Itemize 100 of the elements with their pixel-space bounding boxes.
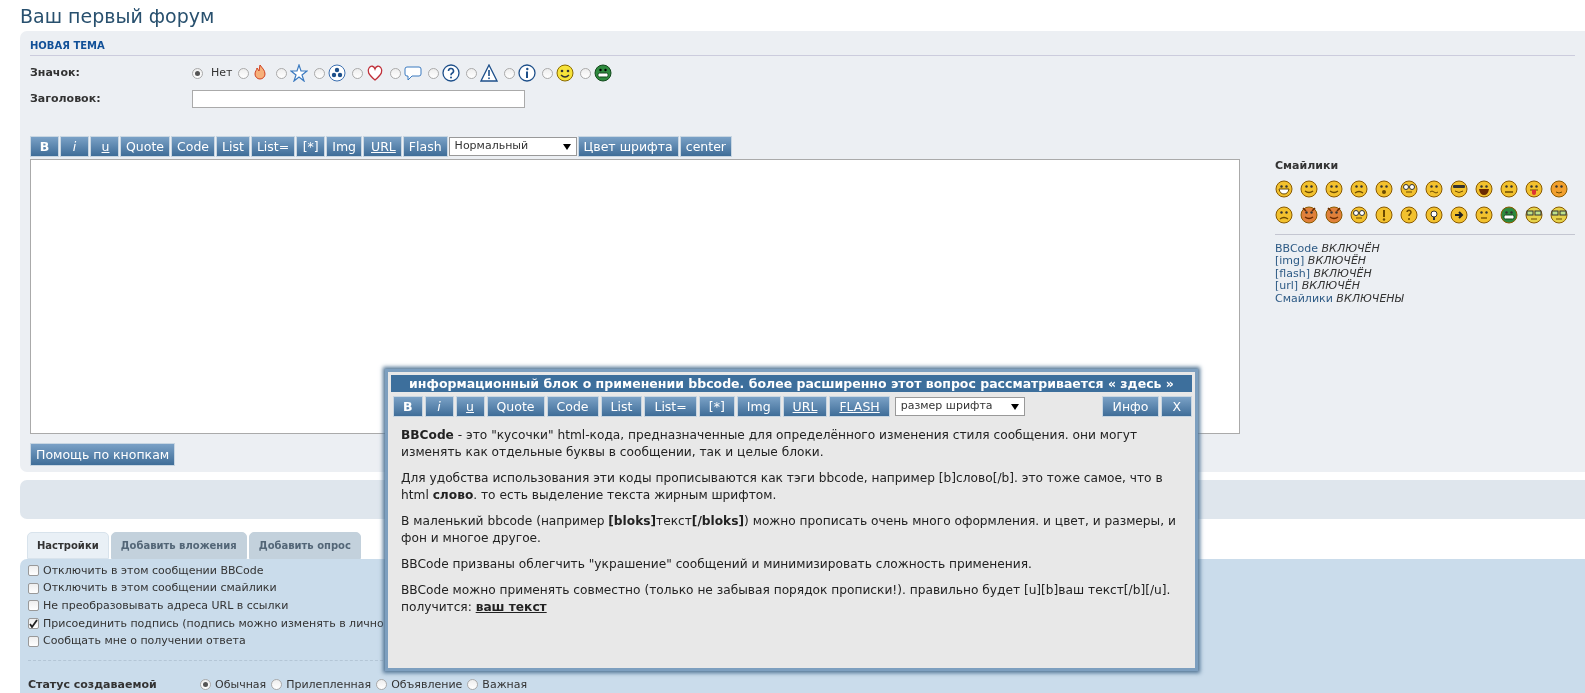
option-label: Отключить в этом сообщении BBCode (43, 562, 264, 579)
toolbar-button[interactable]: X (1161, 396, 1192, 417)
popup-paragraph: BBCode призваны облегчить "украшение" сообщений и минимизировать сложность применения. (401, 556, 1033, 573)
option-label: Сообщать мне о получении ответа (43, 633, 246, 650)
smiley-icon[interactable] (1475, 179, 1493, 198)
toolbar-button[interactable]: FLASH (829, 396, 890, 417)
toolbar-button[interactable]: i (424, 396, 454, 417)
checkbox[interactable] (28, 582, 39, 594)
popup-paragraph: Для удобства использования эти коды прописываются как тэги bbcode, например [b]слово[/b]. это тоже самое, что в html слово. то есть выделение текста жирным шрифтом. (401, 470, 1164, 504)
checkbox[interactable] (28, 635, 39, 647)
radio-button[interactable] (466, 67, 478, 79)
tab[interactable]: Добавить опрос (248, 531, 361, 559)
smiley-icon[interactable] (1325, 179, 1343, 198)
radio-label: Обычная (215, 677, 267, 693)
checkbox[interactable] (28, 564, 39, 576)
toolbar-button[interactable]: Цвет шрифта (577, 136, 679, 157)
grin-icon (594, 64, 613, 82)
toolbar-button[interactable]: List (216, 136, 250, 157)
popup-title: информационный блок о применении bbcode. более расширенно этот вопрос рассматривается (409, 376, 1105, 391)
question-icon (442, 64, 461, 82)
radio-button[interactable] (192, 67, 203, 79)
smiley-icon[interactable] (1500, 205, 1518, 224)
toolbar-button[interactable]: List= (250, 136, 296, 157)
toolbar-button[interactable]: Flash (402, 136, 448, 157)
popup-paragraph: В маленький bbcode (например [bloks]текст[/bloks]) можно прописать очень много оформления. и цвет, и размеры, и фон и многое другое. (401, 513, 1177, 547)
radio-button[interactable] (580, 67, 592, 79)
smiley-icon[interactable] (1300, 205, 1318, 224)
radio-label: Прилепленная (286, 677, 372, 693)
smiley-icon[interactable] (1350, 205, 1368, 224)
toolbar-button[interactable]: i (60, 136, 89, 157)
toolbar-button[interactable]: Quote (120, 136, 170, 157)
radiation-icon (328, 64, 347, 82)
toolbar-button[interactable]: Img (736, 396, 781, 417)
help-button[interactable]: Помощь по кнопкам (30, 442, 176, 466)
toolbar-button[interactable]: List= (644, 396, 697, 417)
smiley-icon[interactable] (1375, 205, 1393, 224)
subject-input[interactable] (192, 90, 525, 108)
radio-button[interactable] (238, 67, 250, 79)
radio-button[interactable] (271, 679, 283, 691)
smiley-icon[interactable] (1375, 179, 1393, 198)
smiley-icon[interactable] (1275, 205, 1293, 224)
smiley-icon[interactable] (1550, 179, 1568, 198)
checkbox[interactable] (28, 617, 39, 629)
tab[interactable]: Настройки (27, 531, 109, 559)
radio-button[interactable] (352, 67, 364, 79)
speech-bubble-icon (404, 64, 423, 82)
smiley-icon[interactable] (1425, 205, 1443, 224)
radio-button[interactable] (376, 679, 388, 691)
smiley-icon[interactable] (1400, 179, 1418, 198)
status-line: [img] ВКЛЮЧЁН (1275, 255, 1368, 267)
toolbar-button[interactable]: Code (546, 396, 599, 417)
smiley-icon[interactable] (1325, 205, 1343, 224)
radio-button[interactable] (276, 67, 288, 79)
smiley-icon[interactable] (1275, 179, 1293, 198)
smiley-icon[interactable] (1350, 179, 1368, 198)
smiley-icon[interactable] (1450, 205, 1468, 224)
star-icon (290, 64, 309, 82)
radio-button[interactable] (314, 67, 326, 79)
radio-button[interactable] (467, 679, 479, 691)
checkbox[interactable] (28, 600, 39, 612)
smiley-icon[interactable] (1550, 205, 1568, 224)
toolbar-button[interactable]: [*] (296, 136, 326, 157)
toolbar-button[interactable]: B (393, 396, 423, 417)
popup-paragraph: BBCode можно применять совместно (только не забывая порядок прописки!). правильно будет [u][b]ваш текст[/b][/u]. получится: ваш текст (401, 582, 1172, 616)
section-heading: НОВАЯ ТЕМА (30, 36, 1575, 56)
toolbar-button[interactable]: URL (363, 136, 402, 157)
smiley-icon[interactable] (1450, 179, 1468, 198)
radio-label: Объявление (391, 677, 463, 693)
dropdown-caret-icon (1010, 403, 1019, 410)
info-icon (518, 64, 537, 82)
page-title: Ваш первый форум (20, 4, 216, 29)
smiley-icon[interactable] (1300, 179, 1318, 198)
radio-button[interactable] (428, 67, 440, 79)
toolbar-button[interactable]: URL (782, 396, 828, 417)
status-line: Смайлики ВКЛЮЧЕНЫ (1275, 292, 1405, 305)
radio-button[interactable] (390, 67, 402, 79)
radio-button[interactable] (504, 67, 516, 79)
size-dropdown[interactable]: размер шрифта (894, 397, 1025, 416)
option-label: Не преобразовывать адреса URL в ссылки (43, 597, 289, 614)
toolbar-button[interactable]: u (455, 396, 485, 417)
smiley-icon[interactable] (1525, 205, 1543, 224)
here-link[interactable]: « здесь » (1107, 376, 1174, 391)
toolbar-button[interactable]: Quote (486, 396, 545, 417)
warning-icon (480, 64, 499, 82)
smiley-icon (556, 64, 575, 82)
toolbar-button[interactable]: Code (171, 136, 216, 157)
tab[interactable]: Добавить вложения (110, 531, 247, 559)
toolbar-button[interactable]: u (90, 136, 119, 157)
toolbar-button[interactable]: Img (326, 136, 363, 157)
smilies-heading: Смайлики (1275, 158, 1340, 174)
radio-button[interactable] (542, 67, 554, 79)
size-dropdown[interactable]: Нормальный (448, 137, 577, 156)
toolbar-button[interactable]: Инфо (1101, 396, 1160, 417)
toolbar-button[interactable]: [*] (698, 396, 735, 417)
dropdown-caret-icon (562, 143, 571, 150)
toolbar-button[interactable]: List (600, 396, 643, 417)
heart-icon (366, 64, 385, 82)
toolbar-button[interactable]: center (679, 136, 732, 157)
radio-button[interactable] (200, 679, 211, 691)
toolbar-button[interactable]: B (30, 136, 59, 157)
